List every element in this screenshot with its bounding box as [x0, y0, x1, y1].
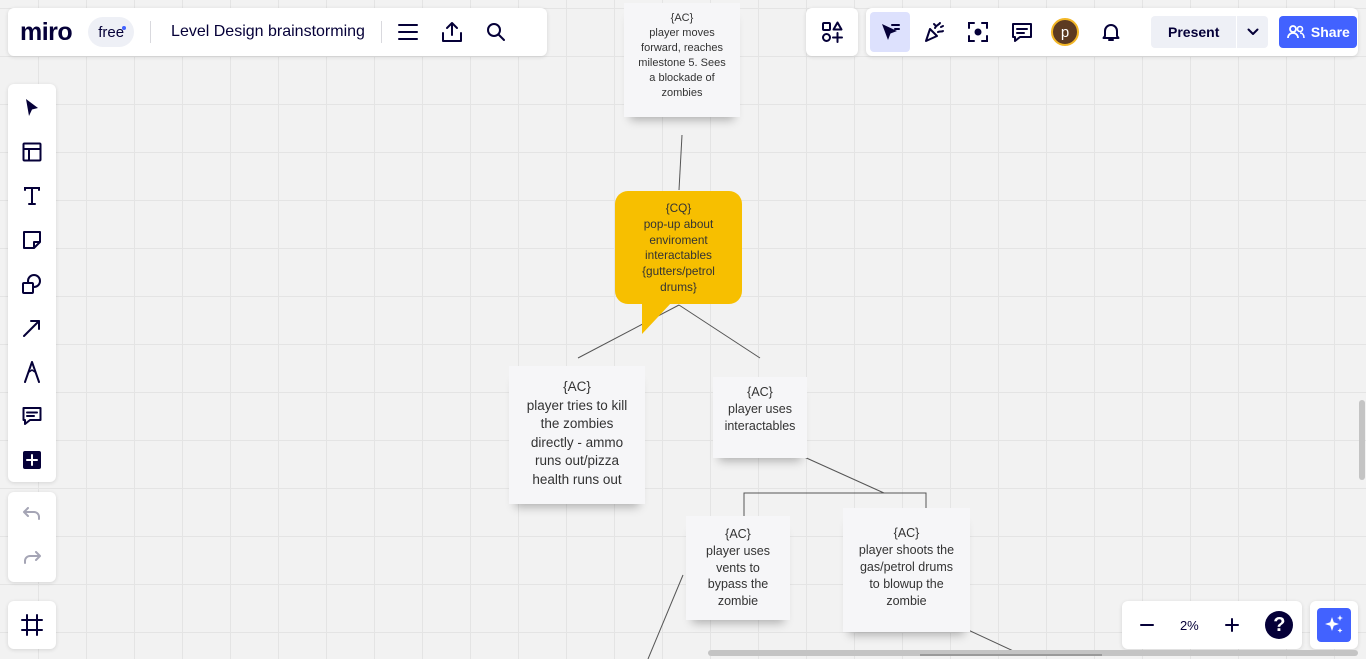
sticky-note[interactable]: {AC} player moves forward, reaches miles… — [624, 3, 740, 117]
plus-square-icon — [22, 450, 42, 470]
note-tag: {AC} — [563, 379, 591, 394]
connector-note4-below — [647, 574, 684, 659]
board-title[interactable]: Level Design brainstorming — [171, 23, 365, 41]
search-button[interactable] — [476, 12, 516, 52]
sticky-note-icon — [22, 230, 42, 250]
assistant-panel — [1310, 601, 1358, 649]
sticky-note-tool[interactable] — [8, 218, 56, 262]
help-button[interactable]: ? — [1265, 611, 1294, 639]
present-button[interactable]: Present — [1151, 16, 1236, 48]
users-icon — [1286, 25, 1305, 39]
horizontal-scrollbar-thumb[interactable] — [920, 654, 1102, 656]
sticky-note[interactable]: {AC} player uses interactables — [713, 377, 807, 458]
note-text: player uses interactables — [724, 402, 796, 433]
chevron-down-icon — [1247, 28, 1259, 36]
callout-shape[interactable]: {CQ} pop-up about enviroment interactabl… — [615, 191, 742, 304]
undo-button[interactable] — [8, 492, 56, 536]
present-group: Present — [1151, 16, 1269, 48]
bell-icon — [1101, 22, 1121, 42]
note-tag: {AC} — [725, 527, 751, 541]
collaboration-toolbar: p Present Share — [866, 8, 1358, 56]
note-text: player uses vents to bypass the zombie — [706, 543, 770, 609]
note-text: player shoots the gas/petrol drums to bl… — [858, 543, 955, 608]
minus-icon — [1139, 617, 1155, 633]
callout-text: pop-up about enviroment interactables {g… — [642, 216, 715, 294]
zoom-out-button[interactable] — [1131, 609, 1163, 641]
sticky-note[interactable]: {AC} player uses vents to bypass the zom… — [686, 516, 790, 620]
comment-list-icon — [1011, 21, 1033, 43]
history-panel — [8, 492, 56, 582]
plan-badge-label: free — [98, 23, 125, 41]
connector-callout-note3 — [678, 304, 761, 359]
undo-icon — [22, 507, 42, 521]
present-options-button[interactable] — [1236, 16, 1268, 48]
connector-note3-branch — [801, 455, 885, 494]
cursor-icon — [879, 21, 901, 43]
note-text: player tries to kill the zombies directl… — [526, 397, 628, 487]
creation-toolbar — [8, 84, 56, 482]
notification-dot — [122, 26, 127, 30]
frames-button[interactable] — [8, 601, 56, 649]
reactions-button[interactable] — [914, 12, 954, 52]
zoom-in-button[interactable] — [1216, 609, 1248, 641]
plan-badge[interactable]: free — [88, 17, 135, 47]
pen-icon — [23, 361, 41, 383]
hamburger-icon — [397, 23, 418, 41]
pointer-icon — [23, 98, 41, 118]
shapes-icon — [21, 273, 43, 295]
share-button[interactable]: Share — [1279, 16, 1358, 48]
export-button[interactable] — [432, 12, 472, 52]
note-tag: {AC} — [893, 526, 920, 540]
avatar[interactable]: p — [1051, 18, 1079, 46]
focus-icon — [967, 21, 989, 43]
miro-logo[interactable]: miro — [20, 18, 73, 47]
add-more-tool[interactable] — [8, 438, 56, 482]
arrow-icon — [22, 318, 42, 338]
share-label: Share — [1310, 24, 1350, 40]
sticky-note[interactable]: {AC} player tries to kill the zombies di… — [509, 366, 645, 504]
text-icon — [23, 186, 41, 206]
connector-note1-callout — [678, 134, 683, 191]
sparkles-icon — [1323, 614, 1345, 636]
redo-icon — [22, 551, 42, 565]
comments-button[interactable] — [1002, 12, 1042, 52]
party-popper-icon — [923, 21, 945, 43]
templates-tool[interactable] — [8, 130, 56, 174]
note-tag: {AC} — [747, 385, 773, 399]
note-tag: {AC} — [670, 12, 694, 24]
connection-line-tool[interactable] — [8, 306, 56, 350]
cursor-mode-button[interactable] — [870, 12, 910, 52]
note-text: player moves forward, reaches milestone … — [638, 27, 726, 99]
zoom-controls: 2% ? — [1122, 601, 1302, 649]
comment-icon — [22, 406, 42, 426]
shapes-tool[interactable] — [8, 262, 56, 306]
select-tool[interactable] — [8, 86, 56, 130]
comment-tool[interactable] — [8, 394, 56, 438]
apps-panel[interactable] — [806, 8, 858, 56]
callout-tag: {CQ} — [665, 201, 692, 215]
vertical-scrollbar[interactable] — [1359, 400, 1365, 480]
callout-tail — [642, 302, 672, 334]
board-header: miro free Level Design brainstorming — [8, 8, 547, 56]
template-icon — [22, 142, 42, 162]
redo-button[interactable] — [8, 536, 56, 580]
menu-button[interactable] — [388, 12, 428, 52]
attention-button[interactable] — [958, 12, 998, 52]
divider — [380, 21, 382, 43]
search-icon — [486, 22, 506, 42]
shapes-apps-icon — [821, 21, 843, 43]
upload-icon — [441, 21, 463, 43]
pen-tool[interactable] — [8, 350, 56, 394]
frame-icon — [21, 614, 43, 636]
notifications-button[interactable] — [1091, 12, 1131, 52]
divider — [150, 21, 152, 43]
text-tool[interactable] — [8, 174, 56, 218]
plus-icon — [1224, 617, 1240, 633]
zoom-level[interactable]: 2% — [1180, 618, 1199, 633]
ai-assistant-button[interactable] — [1317, 608, 1351, 642]
sticky-note[interactable]: {AC} player shoots the gas/petrol drums … — [843, 508, 970, 632]
